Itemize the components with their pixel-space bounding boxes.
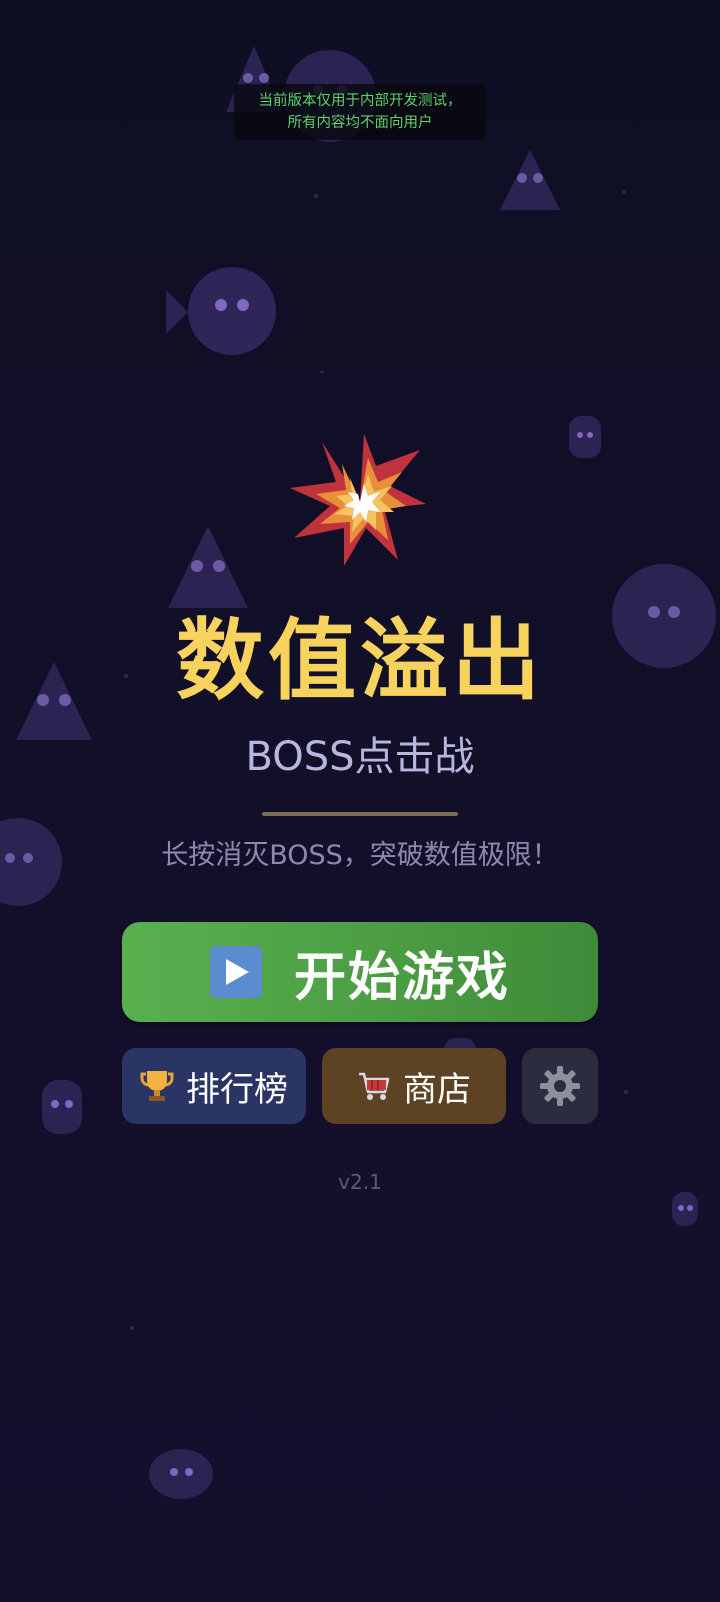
version-label: v2.1 — [338, 1170, 382, 1194]
pill-monster — [569, 416, 601, 458]
triangle-monster — [500, 150, 560, 210]
fish-monster — [166, 267, 276, 355]
game-tagline: 长按消灭BOSS，突破数值极限！ — [161, 840, 559, 871]
dev-notice-line-2: 所有内容均不面向用户 — [287, 115, 433, 131]
shopping-cart-icon — [359, 1072, 390, 1100]
leaderboard-label: 排行榜 — [186, 1069, 288, 1110]
start-game-label: 开始游戏 — [293, 947, 510, 1008]
shop-label: 商店 — [403, 1069, 471, 1110]
play-icon — [209, 946, 262, 998]
title-divider — [262, 812, 458, 816]
start-game-button[interactable]: 开始游戏 — [122, 922, 598, 1022]
triangle-monster — [168, 526, 248, 608]
shop-button[interactable]: 商店 — [322, 1048, 506, 1124]
pill-monster — [42, 1080, 82, 1134]
explosion-icon — [290, 434, 426, 566]
dev-notice-banner: 当前版本仅用于内部开发测试， 所有内容均不面向用户 — [234, 84, 486, 140]
background-monsters — [0, 46, 716, 1499]
trophy-icon — [140, 1071, 174, 1101]
game-subtitle: BOSS点击战 — [245, 734, 475, 780]
game-title: 数值溢出 — [175, 609, 544, 712]
pill-monster — [672, 1192, 698, 1226]
gear-icon — [540, 1066, 580, 1106]
settings-button[interactable] — [522, 1048, 598, 1124]
blob-monster — [149, 1449, 213, 1499]
dev-notice-line-1: 当前版本仅用于内部开发测试， — [258, 93, 462, 109]
leaderboard-button[interactable]: 排行榜 — [122, 1048, 306, 1124]
